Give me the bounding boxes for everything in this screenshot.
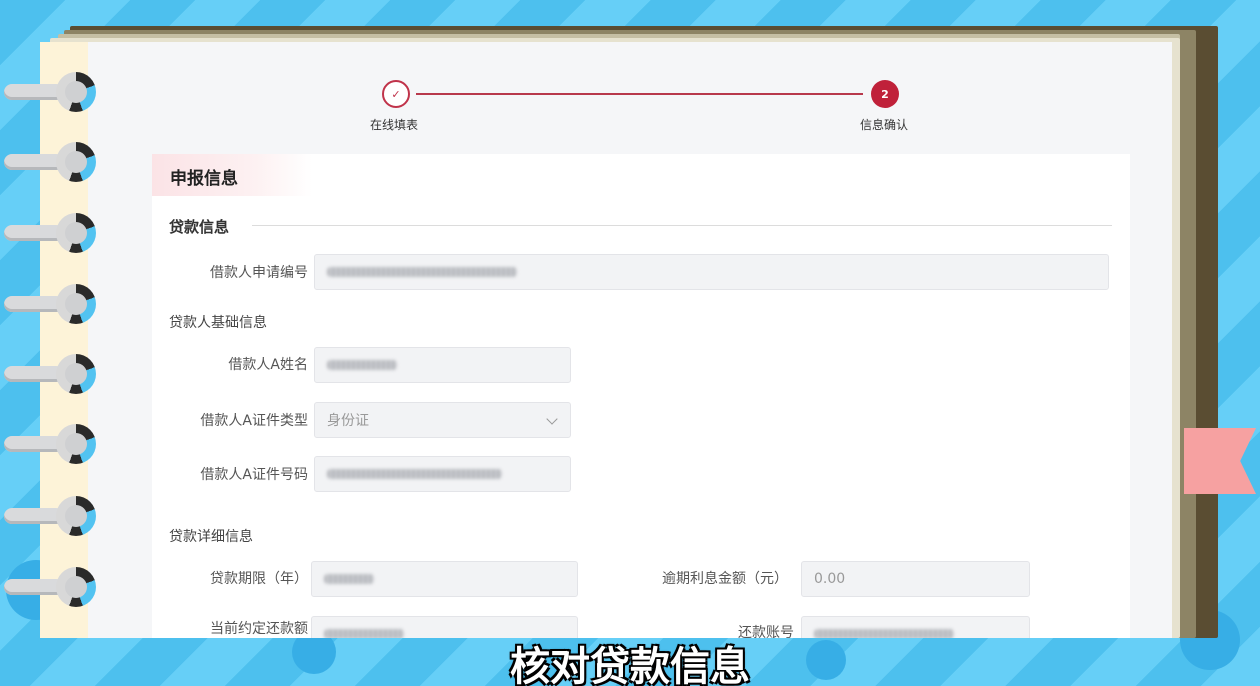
id-number-field[interactable] bbox=[314, 456, 571, 492]
check-icon: ✓ bbox=[391, 87, 401, 101]
app-screen: ✓ 2 在线填表 信息确认 申报信息 贷款信息 借款人申请编号 贷款人基础信息 … bbox=[88, 42, 1172, 638]
borrower-name-field[interactable] bbox=[314, 347, 571, 383]
step-1-done: ✓ bbox=[382, 80, 410, 108]
step-connector bbox=[416, 93, 863, 95]
step-2-active: 2 bbox=[871, 80, 899, 108]
overdue-interest-field[interactable]: 0.00 bbox=[801, 561, 1030, 597]
overdue-interest-value: 0.00 bbox=[814, 571, 846, 587]
section-title: 申报信息 bbox=[152, 154, 312, 196]
basic-info-title: 贷款人基础信息 bbox=[169, 315, 267, 331]
spiral-ring bbox=[4, 284, 96, 324]
id-type-select[interactable]: 身份证 bbox=[314, 402, 571, 438]
step-1-label: 在线填表 bbox=[370, 118, 419, 132]
spiral-ring bbox=[4, 213, 96, 253]
id-type-label: 借款人A证件类型 bbox=[200, 413, 308, 429]
loan-term-label: 贷款期限（年） bbox=[210, 571, 308, 587]
spiral-ring bbox=[4, 72, 96, 112]
chevron-down-icon bbox=[546, 413, 558, 425]
detail-info-title: 贷款详细信息 bbox=[169, 529, 253, 545]
loan-info-title: 贷款信息 bbox=[169, 218, 230, 236]
spiral-ring bbox=[4, 142, 96, 182]
spiral-ring bbox=[4, 354, 96, 394]
application-number-field[interactable] bbox=[314, 254, 1109, 290]
spiral-ring bbox=[4, 567, 96, 607]
step-indicator: ✓ 2 在线填表 信息确认 bbox=[88, 42, 1172, 152]
redacted-value bbox=[327, 360, 397, 370]
id-type-value: 身份证 bbox=[327, 413, 369, 429]
spiral-ring bbox=[4, 424, 96, 464]
redacted-value bbox=[324, 574, 374, 584]
redacted-value bbox=[327, 267, 517, 277]
borrower-name-label: 借款人A姓名 bbox=[228, 357, 308, 373]
spiral-ring bbox=[4, 496, 96, 536]
overdue-interest-label: 逾期利息金额（元） bbox=[662, 571, 788, 587]
loan-term-field[interactable] bbox=[311, 561, 578, 597]
declaration-card: 申报信息 贷款信息 借款人申请编号 贷款人基础信息 借款人A姓名 借款人A证件类… bbox=[152, 154, 1130, 638]
id-number-label: 借款人A证件号码 bbox=[200, 467, 308, 483]
divider bbox=[252, 225, 1112, 226]
step-2-number: 2 bbox=[881, 87, 889, 101]
notebook-page: ✓ 2 在线填表 信息确认 申报信息 贷款信息 借款人申请编号 贷款人基础信息 … bbox=[40, 42, 1172, 638]
step-2-label: 信息确认 bbox=[860, 118, 909, 132]
redacted-value bbox=[327, 469, 502, 479]
video-caption: 核对贷款信息 bbox=[510, 644, 750, 686]
application-number-label: 借款人申请编号 bbox=[210, 265, 308, 281]
notebook-margin bbox=[40, 42, 88, 638]
